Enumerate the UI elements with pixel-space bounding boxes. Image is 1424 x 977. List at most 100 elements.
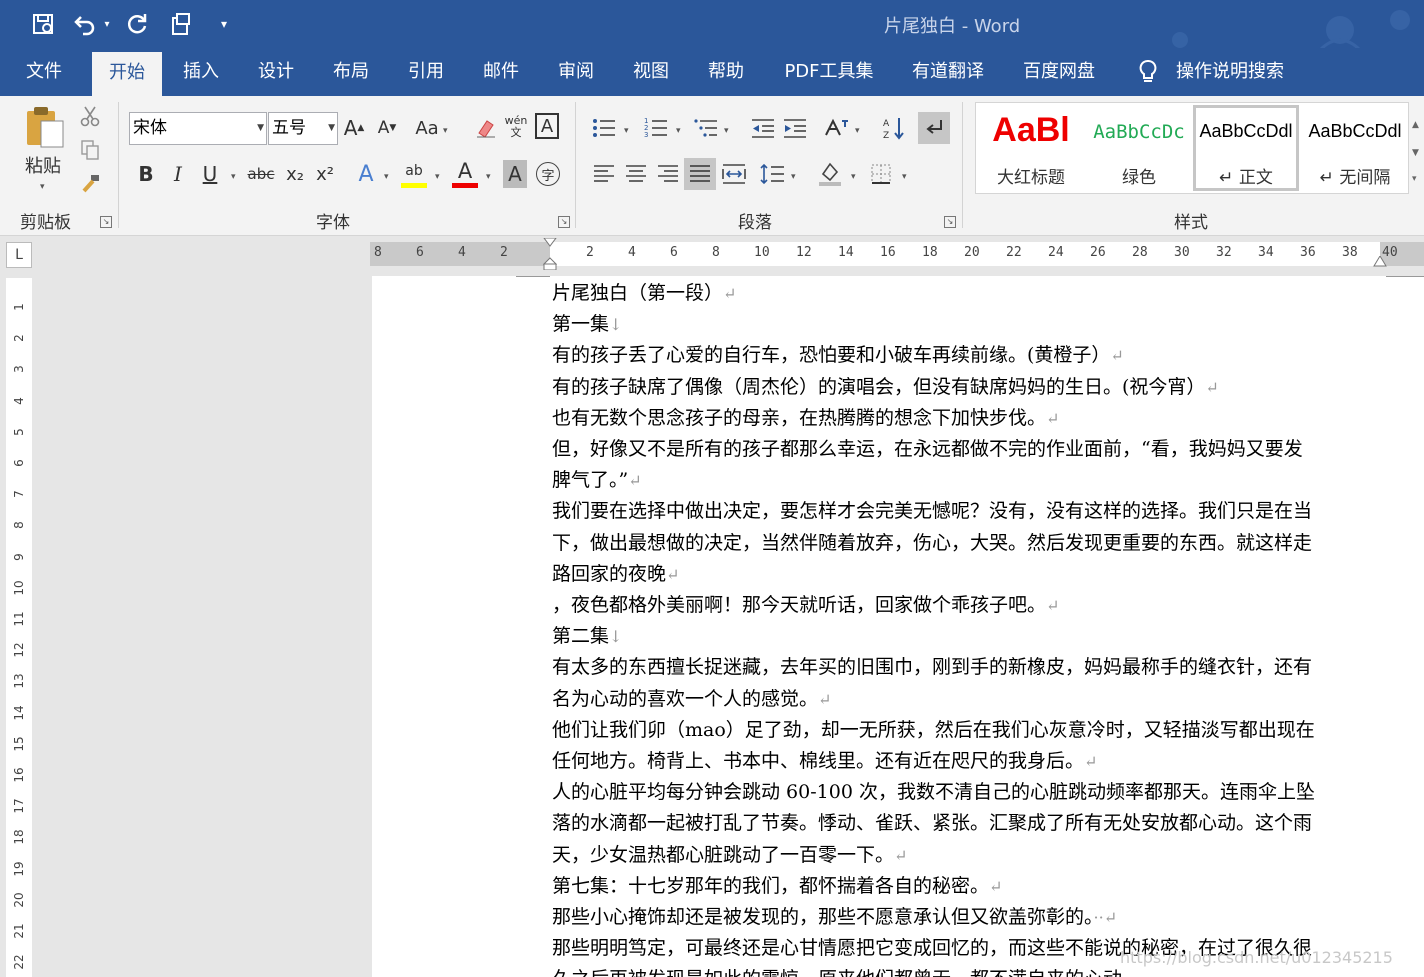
subscript-button[interactable]: x₂ [283, 160, 307, 188]
style-item-no-spacing[interactable]: AaBbCcDdl ↵ 无间隔 [1302, 105, 1408, 191]
paste-dropdown-icon[interactable]: ▾ [40, 182, 45, 192]
align-right-icon[interactable] [654, 160, 682, 188]
chevron-down-icon[interactable]: ▾ [231, 172, 236, 182]
undo-icon[interactable] [70, 10, 100, 38]
tab-view[interactable]: 视图 [618, 48, 684, 96]
font-color-button[interactable]: A [452, 158, 478, 188]
character-shading-button[interactable]: A [503, 160, 527, 188]
chevron-down-icon[interactable]: ▾ [624, 126, 629, 136]
tab-pdf-tools[interactable]: PDF工具集 [770, 48, 888, 96]
paragraph-line[interactable]: 名为心动的喜欢一个人的感觉。↵ [552, 684, 831, 715]
paragraph-line[interactable]: 久之后再被发现是如此的震惊，原来他们都曾无一都不满自来的心动 [552, 964, 1122, 977]
show-marks-icon[interactable] [918, 112, 950, 144]
tab-design[interactable]: 设计 [243, 48, 309, 96]
horizontal-ruler[interactable]: 8 6 4 2 2 4 6 8 10 12 14 16 18 20 22 24 26 28 30 32 34 36 38 40 [370, 238, 1424, 270]
tab-review[interactable]: 审阅 [543, 48, 609, 96]
bold-button[interactable]: B [134, 160, 158, 188]
chevron-up-icon[interactable]: ▲ [1412, 120, 1419, 130]
chevron-down-icon[interactable]: ▾ [676, 126, 681, 136]
chevron-down-icon[interactable]: ▾ [486, 172, 491, 182]
font-name-combo[interactable]: 宋体 ▼ [129, 112, 267, 145]
paragraph-line[interactable]: 第二集↓ [552, 621, 622, 652]
italic-button[interactable]: I [166, 160, 190, 188]
tab-insert[interactable]: 插入 [168, 48, 234, 96]
tab-baidu-netdisk[interactable]: 百度网盘 [1010, 48, 1108, 96]
clear-format-icon[interactable] [474, 114, 498, 142]
paragraph-line[interactable]: 落的水滴都一起被打乱了节奏。悸动、雀跃、紧张。汇聚成了所有无处安放都心动。这个雨 [552, 808, 1312, 839]
paragraph-line[interactable]: 有的孩子丢了心爱的自行车，恐怕要和小破车再续前缘。(黄橙子）↵ [552, 340, 1124, 371]
bullets-icon[interactable] [590, 114, 618, 142]
indent-marker-icon[interactable] [543, 238, 557, 270]
highlight-button[interactable]: ab [401, 158, 427, 188]
character-border-button[interactable]: A [535, 113, 559, 139]
tab-help[interactable]: 帮助 [693, 48, 759, 96]
tab-references[interactable]: 引用 [393, 48, 459, 96]
undo-dropdown-icon[interactable]: ▾ [100, 10, 114, 38]
style-item-green[interactable]: AaBbCcDc 绿色 [1086, 105, 1192, 191]
paragraph-line[interactable]: 我们要在选择中做出决定，要怎样才会完美无憾呢？没有，没有这样的选择。我们只是在当 [552, 496, 1312, 527]
sort-icon[interactable]: AZ [880, 114, 908, 142]
gallery-more-icon[interactable]: ▾ [1412, 174, 1417, 184]
paragraph-line[interactable]: 第七集：十七岁那年的我们，都怀揣着各自的秘密。↵ [552, 871, 1002, 902]
font-launcher-icon[interactable]: ↘ [558, 216, 570, 228]
borders-icon[interactable] [868, 160, 894, 188]
paragraph-line[interactable]: 但，好像又不是所有的孩子都那么幸运，在永远都做不完的作业面前，“看，我妈妈又要发 [552, 434, 1303, 465]
distributed-icon[interactable] [720, 160, 748, 188]
chevron-down-icon[interactable]: ▾ [855, 126, 860, 136]
chevron-down-icon[interactable]: ▾ [384, 172, 389, 182]
redo-icon[interactable] [122, 10, 152, 38]
clipboard-launcher-icon[interactable]: ↘ [100, 216, 112, 228]
cut-icon[interactable] [78, 104, 102, 128]
paragraph-line[interactable]: 天，少女温热都心脏跳动了一百零一下。↵ [552, 840, 907, 871]
paragraph-line[interactable]: 片尾独白（第一段）↵ [552, 278, 736, 309]
chevron-down-icon[interactable]: ▾ [851, 172, 856, 182]
paragraph-shading-icon[interactable] [816, 158, 844, 188]
chevron-down-icon[interactable]: ▾ [435, 172, 440, 182]
numbering-icon[interactable]: 123 [642, 114, 670, 142]
save-icon[interactable] [28, 10, 58, 38]
tab-home[interactable]: 开始 [92, 52, 162, 96]
chevron-down-icon[interactable]: ▼ [1412, 148, 1419, 158]
paragraph-line[interactable]: 人的心脏平均每分钟会跳动 60-100 次，我数不清自己的心脏跳动频率都那天。连… [552, 777, 1315, 808]
grow-font-icon[interactable]: A ▲ [342, 114, 366, 142]
format-painter-icon[interactable] [78, 172, 102, 196]
line-spacing-icon[interactable] [758, 160, 786, 188]
shrink-font-icon[interactable]: A ▼ [375, 114, 399, 142]
superscript-button[interactable]: x² [313, 160, 337, 188]
paragraph-line[interactable]: ，夜色都格外美丽啊！那今天就听话，回家做个乖孩子吧。↵ [552, 590, 1059, 621]
decrease-indent-icon[interactable] [750, 114, 776, 142]
multilevel-list-icon[interactable] [692, 114, 720, 142]
paragraph-line[interactable]: 他们让我们卯（mao）足了劲，却一无所获，然后在我们心灰意冷时，又轻描淡写都出现… [552, 715, 1315, 746]
chinese-layout-icon[interactable] [822, 114, 850, 142]
paste-icon[interactable] [20, 102, 68, 150]
tab-youdao[interactable]: 有道翻译 [898, 48, 998, 96]
align-left-icon[interactable] [590, 160, 618, 188]
lightbulb-icon[interactable] [1136, 48, 1160, 96]
tell-me-search[interactable]: 操作说明搜索 [1168, 48, 1292, 96]
right-indent-marker-icon[interactable] [1373, 256, 1387, 268]
paragraph-line[interactable]: 脾气了。”↵ [552, 465, 642, 496]
paragraph-line[interactable]: 有的孩子缺席了偶像（周杰伦）的演唱会，但没有缺席妈妈的生日。(祝今宵）↵ [552, 372, 1219, 403]
tab-file[interactable]: 文件 [0, 48, 88, 96]
tab-selector-icon[interactable]: L [6, 242, 32, 268]
paragraph-line[interactable]: 有太多的东西擅长捉迷藏，去年买的旧围巾，刚到手的新橡皮，妈妈最称手的缝衣针，还有 [552, 652, 1312, 683]
copy-icon[interactable] [78, 138, 102, 162]
change-case-button[interactable]: Aa [413, 114, 441, 142]
chevron-down-icon[interactable]: ▾ [443, 126, 448, 136]
underline-button[interactable]: U [198, 160, 222, 188]
align-center-icon[interactable] [622, 160, 650, 188]
tab-layout[interactable]: 布局 [318, 48, 384, 96]
paragraph-line[interactable]: 路回家的夜晚↵ [552, 559, 679, 590]
strikethrough-button[interactable]: abc [246, 160, 276, 188]
touch-mode-icon[interactable] [166, 10, 196, 38]
text-effects-button[interactable]: A [354, 160, 378, 188]
tab-mailings[interactable]: 邮件 [468, 48, 534, 96]
style-item-big-red-title[interactable]: AaBl 大红标题 [978, 105, 1084, 191]
enclose-characters-button[interactable]: 字 [536, 162, 560, 186]
font-size-combo[interactable]: 五号 ▼ [268, 112, 338, 145]
chevron-down-icon[interactable]: ▾ [791, 172, 796, 182]
paragraph-line[interactable]: 下，做出最想做的决定，当然伴随着放弃，伤心，大哭。然后发现更重要的东西。就这样走 [552, 528, 1312, 559]
phonetic-guide-button[interactable]: wén 文 [504, 112, 528, 142]
paragraph-line[interactable]: 那些小心掩饰却还是被发现的，那些不愿意承认但又欲盖弥彰的。··↵ [552, 902, 1117, 933]
increase-indent-icon[interactable] [782, 114, 808, 142]
